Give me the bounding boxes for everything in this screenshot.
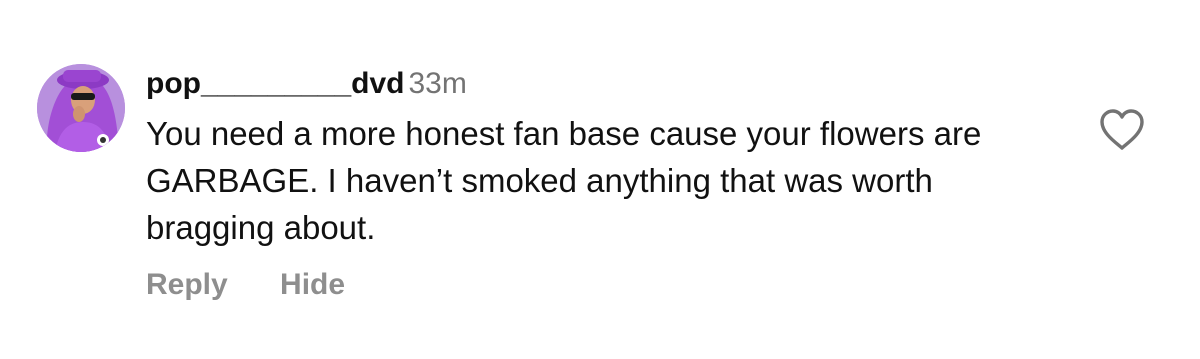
timestamp: 33m (408, 67, 467, 100)
comment-body: pop_________dvd 33m You need a more hones… (146, 62, 1066, 251)
avatar[interactable] (37, 64, 125, 152)
user-avatar-icon (37, 64, 125, 152)
like-button[interactable] (1098, 108, 1146, 152)
username[interactable]: pop_________dvd (146, 67, 404, 100)
comment-meta: pop_________dvd 33m (146, 62, 1066, 106)
comment-actions: Reply Hide (146, 268, 345, 302)
comment: pop_________dvd 33m You need a more hones… (0, 0, 1200, 359)
comment-text: You need a more honest fan base cause yo… (146, 115, 982, 246)
reply-button[interactable]: Reply (146, 268, 228, 301)
heart-icon (1100, 109, 1144, 150)
hide-button[interactable]: Hide (280, 268, 345, 301)
